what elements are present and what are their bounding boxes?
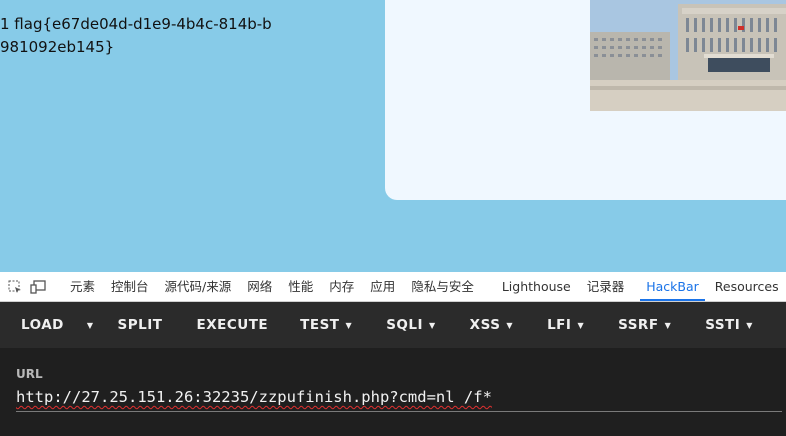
execute-button-label: EXECUTE	[196, 317, 269, 333]
test-dropdown[interactable]: TEST ▼	[284, 302, 369, 348]
device-toolbar-icon[interactable]	[30, 279, 46, 295]
load-options-dropdown[interactable]: ▼	[79, 302, 100, 348]
flag-output-text: 1 flag{e67de04d-d1e9-4b4c-814b-b981092eb…	[0, 15, 272, 56]
split-button[interactable]: SPLIT	[100, 302, 181, 348]
load-button[interactable]: LOAD	[0, 302, 79, 348]
building-photo	[590, 0, 786, 111]
tab-performance[interactable]: 性能	[280, 272, 321, 301]
devtools-tab-bar: 元素 控制台 源代码/来源 网络 性能 内存 应用 隐私与安全 Lighthou…	[0, 272, 786, 302]
ssti-dropdown[interactable]: SSTI ▼	[688, 302, 770, 348]
web-page: 1 flag{e67de04d-d1e9-4b4c-814b-b981092eb…	[0, 0, 786, 272]
tab-sources[interactable]: 源代码/来源	[157, 272, 240, 301]
shell-dropdown[interactable]: SH	[770, 302, 786, 348]
tab-console[interactable]: 控制台	[103, 272, 157, 301]
tab-memory[interactable]: 内存	[321, 272, 362, 301]
url-label: URL	[16, 367, 43, 381]
test-dropdown-label: TEST	[300, 317, 340, 333]
tab-elements[interactable]: 元素	[62, 272, 103, 301]
tab-recorder[interactable]: 记录器	[579, 272, 639, 301]
lfi-dropdown-label: LFI	[547, 317, 572, 333]
tab-privacy-security[interactable]: 隐私与安全	[403, 272, 488, 301]
xss-dropdown-label: XSS	[469, 317, 501, 333]
inspect-element-icon[interactable]	[8, 279, 22, 295]
tab-application[interactable]: 应用	[362, 272, 403, 301]
url-input-underline	[16, 411, 782, 412]
execute-button[interactable]: EXECUTE	[181, 302, 285, 348]
sqli-dropdown-label: SQLI	[386, 317, 424, 333]
tab-network[interactable]: 网络	[239, 272, 280, 301]
load-button-label: LOAD	[21, 317, 64, 333]
chevron-down-icon: ▼	[506, 320, 514, 330]
url-panel: URL http://27.25.151.26:32235/zzpufinish…	[0, 348, 786, 436]
ssti-dropdown-label: SSTI	[705, 317, 741, 333]
url-input[interactable]: http://27.25.151.26:32235/zzpufinish.php…	[16, 388, 492, 406]
sqli-dropdown[interactable]: SQLI ▼	[369, 302, 452, 348]
hackbar-toolbar: LOAD ▼ SPLIT EXECUTE TEST ▼ SQLI ▼ XSS ▼ LF…	[0, 302, 786, 348]
tab-resources[interactable]: Resources	[707, 272, 786, 301]
tab-hackbar[interactable]: HackBar	[638, 272, 707, 301]
lfi-dropdown[interactable]: LFI ▼	[530, 302, 601, 348]
building-photo-graphic	[590, 0, 786, 111]
xss-dropdown[interactable]: XSS ▼	[453, 302, 530, 348]
split-button-label: SPLIT	[117, 317, 163, 333]
ssrf-dropdown[interactable]: SSRF ▼	[601, 302, 688, 348]
chevron-down-icon: ▼	[86, 320, 94, 330]
chevron-down-icon: ▼	[345, 320, 353, 330]
tab-lighthouse[interactable]: Lighthouse	[488, 272, 579, 301]
chevron-down-icon: ▼	[429, 320, 436, 330]
chevron-down-icon: ▼	[664, 320, 672, 330]
chevron-down-icon: ▼	[746, 320, 753, 330]
ssrf-dropdown-label: SSRF	[618, 317, 659, 333]
chevron-down-icon: ▼	[577, 320, 585, 330]
